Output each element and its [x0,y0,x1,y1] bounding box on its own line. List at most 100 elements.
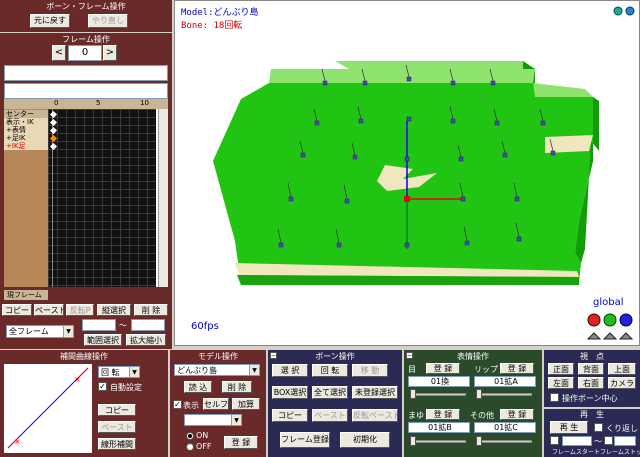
view-camera-button[interactable]: カメラ [608,377,636,389]
timeline-scrollbar[interactable] [158,109,168,287]
interp-curve-canvas[interactable]: × × [4,364,92,453]
range-start-input[interactable] [82,319,116,331]
timeline-row-center[interactable]: センター [4,110,48,118]
bone-paste-button[interactable]: ペースト [312,409,348,422]
vertical-select-button[interactable]: 縦選択 [97,304,131,316]
eye-register-button[interactable]: 登 録 [426,363,460,374]
other-morph-select[interactable]: 01拡C [474,422,536,433]
bone-reverse-paste-button[interactable]: 反転ペースト [352,409,398,422]
bone-move-button[interactable]: 移 動 [352,364,388,377]
frame-reverse-paste-button[interactable]: 反転P [66,304,94,316]
on-radio[interactable] [186,432,194,440]
range-end-input[interactable] [131,319,165,331]
interp-copy-button[interactable]: コピー [98,404,136,416]
on-label: ON [196,431,209,440]
other-slider[interactable] [476,440,532,443]
3d-viewport[interactable]: Model:どんぶり島 Bone: 18回転 60fps global [174,0,640,346]
timeline-row-ik-leg[interactable]: +IK足 [4,142,48,150]
frame-start-label: フレームスタート [552,449,600,456]
select-all-button[interactable]: 全て選択 [312,386,348,399]
range-select-button[interactable]: 範囲選択 [84,334,122,346]
brow-morph-select[interactable]: 01拡B [408,422,470,433]
bone-frame-panel-title: ボーン・フレーム操作 [46,2,126,11]
repeat-checkbox[interactable] [594,423,603,432]
play-button[interactable]: 再 生 [550,421,588,434]
lip-register-button[interactable]: 登 録 [500,363,534,374]
model-select[interactable]: どんぶり島 ▼ [174,364,260,376]
lip-slider[interactable] [476,393,532,396]
bone-panel-title: ボーン操作 [315,352,355,361]
other-register-button[interactable]: 登 録 [500,409,534,420]
play-range-tilde: 〜 [594,437,602,446]
timeline-row-display-ik[interactable]: 表示・IK [4,118,48,126]
frame-number-input[interactable]: 0 [68,45,102,61]
self-shadow-button[interactable]: セルフ影 [203,398,229,410]
chevron-down-icon: ▼ [129,367,139,377]
undo-button[interactable]: 元に戻す [30,14,70,28]
eye-slider-knob[interactable] [410,389,416,399]
frame-register-button[interactable]: フレーム登録 [280,432,330,448]
rotate-x-icon [587,313,601,327]
view-front-button[interactable]: 正面 [548,363,574,375]
frame-range-select[interactable]: 全フレーム ▼ [6,325,74,338]
model-register-button[interactable]: 登 録 [224,436,258,449]
timeline-grid[interactable] [48,109,156,287]
timeline-row-leg-ik[interactable]: +足IK [4,134,48,142]
model-select-value: どんぶり島 [177,366,217,375]
eye-morph-select[interactable]: 01換 [408,376,470,387]
brow-slider[interactable] [410,440,466,443]
interp-panel: 補間曲線操作 × × 回 転 ▼ ✓ 自動設定 コピー ペースト 線形補間 [0,350,168,457]
frame-range-select-value: 全フレーム [9,327,49,336]
view-top-button[interactable]: 上面 [608,363,636,375]
move-z-icon [618,332,634,340]
add-button[interactable]: 加算 [232,398,260,410]
next-frame-button[interactable]: > [103,45,117,61]
frame-start-checkbox[interactable] [550,436,559,445]
tick-0: 0 [54,99,59,107]
bone-center-checkbox[interactable] [550,393,559,402]
brow-slider-knob[interactable] [410,436,416,446]
lip-morph-select[interactable]: 01拡A [474,376,536,387]
frame-delete-button[interactable]: 削 除 [134,304,168,316]
frame-copy-button[interactable]: コピー [2,304,32,316]
frame-start-input[interactable] [562,436,592,446]
frame-paste-button[interactable]: ペースト [34,304,64,316]
unregistered-select-button[interactable]: 未登録選択 [352,386,398,399]
prev-frame-button[interactable]: < [52,45,66,61]
frame-stop-checkbox[interactable] [604,436,613,445]
timeline-row-face[interactable]: +表情 [4,126,48,134]
auto-set-checkbox[interactable]: ✓ [98,382,107,391]
off-radio[interactable] [186,443,194,451]
view-back-button[interactable]: 背面 [578,363,604,375]
lip-slider-knob[interactable] [476,389,482,399]
eye-slider[interactable] [410,393,466,396]
bone-panel: − ボーン操作 選 択 回 転 移 動 BOX選択 全て選択 未登録選択 コピー… [268,350,402,457]
lip-label: リップ [474,365,498,374]
bone-copy-button[interactable]: コピー [272,409,308,422]
bone-select-button[interactable]: 選 択 [272,364,308,377]
redo-button[interactable]: やり直し [88,14,128,28]
bone-rotate-button[interactable]: 回 転 [312,364,348,377]
box-select-button[interactable]: BOX選択 [272,386,308,399]
zoom-button[interactable]: 拡大縮小 [126,334,166,346]
frame-stop-input[interactable] [614,436,636,446]
model-delete-button[interactable]: 削 除 [222,381,252,393]
off-label: OFF [196,442,212,451]
interp-type-select-value: 回 転 [101,368,120,377]
add-target-select[interactable]: ▼ [184,414,242,426]
show-checkbox[interactable]: ✓ [173,400,182,409]
frame-number-value: 0 [81,47,89,58]
brow-register-button[interactable]: 登 録 [426,409,460,420]
interp-type-select[interactable]: 回 転 ▼ [98,366,140,378]
chevron-down-icon: ▼ [63,326,73,337]
view-left-button[interactable]: 左面 [548,377,574,389]
model-load-button[interactable]: 読 込 [184,381,212,393]
linear-interp-button[interactable]: 線形補間 [98,438,136,450]
bone-center-label: 操作ボーン中心 [562,394,618,403]
interp-paste-button[interactable]: ペースト [98,421,136,433]
view-panel: 視 点 正面 背面 上面 左面 右面 カメラ 操作ボーン中心 [544,350,640,407]
view-right-button[interactable]: 右面 [578,377,604,389]
chevron-down-icon: ▼ [231,415,241,425]
other-slider-knob[interactable] [476,436,482,446]
bone-reset-button[interactable]: 初期化 [340,432,390,448]
